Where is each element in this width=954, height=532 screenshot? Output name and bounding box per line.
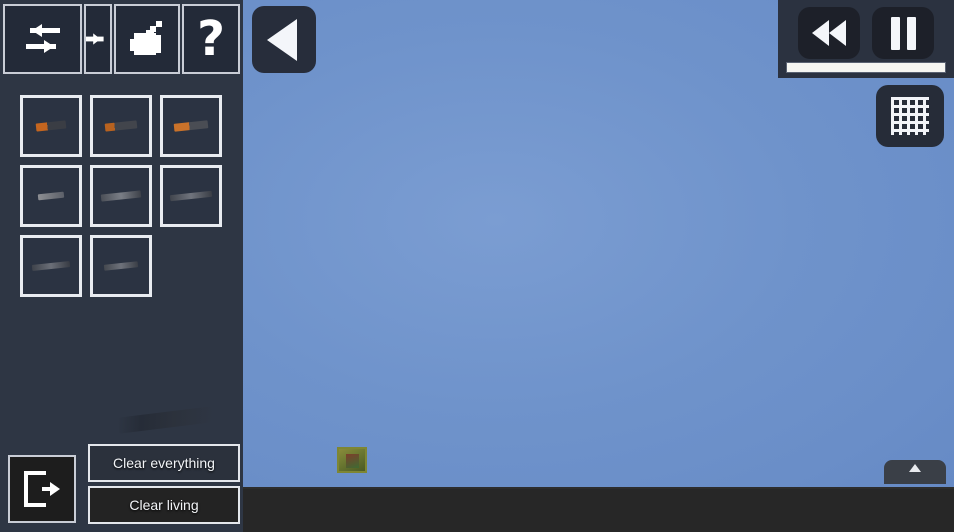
expand-tab-button[interactable] [884, 460, 946, 484]
grid-icon [891, 97, 929, 135]
bomb-icon [130, 21, 162, 55]
weapon-carbine-1-icon [31, 261, 71, 271]
pause-icon-bar-left [890, 16, 900, 50]
sidebar-weapon-silhouette [117, 406, 214, 434]
weapon-slot-2[interactable] [90, 95, 152, 157]
sidebar-toolbar: ? [0, 0, 243, 78]
weapon-rifle-1-icon [37, 191, 65, 201]
rewind-button[interactable] [798, 7, 860, 59]
scene-object-crate[interactable] [337, 447, 367, 473]
weapon-slot-8[interactable] [90, 235, 152, 297]
weapon-grid [20, 95, 230, 305]
game-screen: ? Clear everything Clear living [0, 0, 954, 532]
pause-icon-bar-right [906, 16, 916, 50]
weapon-slot-7[interactable] [20, 235, 82, 297]
next-arrow-button[interactable] [84, 4, 112, 74]
weapon-lmg-1-icon [103, 261, 139, 271]
bomb-button[interactable] [114, 4, 180, 74]
help-button[interactable]: ? [182, 4, 240, 74]
rewind-icon-2 [829, 20, 846, 46]
playback-panel [778, 0, 954, 78]
weapon-slot-1[interactable] [20, 95, 82, 157]
weapon-smg-1-icon [104, 120, 138, 132]
triangle-left-icon [267, 18, 297, 61]
chevron-up-icon [909, 464, 921, 472]
clear-everything-button[interactable]: Clear everything [88, 444, 240, 482]
weapon-slot-6[interactable] [160, 165, 222, 227]
swap-button[interactable] [3, 4, 82, 74]
weapon-slot-4[interactable] [20, 165, 82, 227]
weapon-pistol-1-icon [35, 120, 67, 132]
swap-icon [25, 24, 60, 53]
rewind-icon [812, 20, 829, 46]
exit-button[interactable] [8, 455, 76, 523]
sidebar: ? Clear everything Clear living [0, 0, 243, 532]
help-icon: ? [197, 11, 225, 67]
clear-buttons: Clear everything Clear living [88, 444, 240, 524]
grid-toggle-button[interactable] [876, 85, 944, 147]
clear-living-button[interactable]: Clear living [88, 486, 240, 524]
exit-icon [24, 471, 60, 507]
weapon-rifle-2-icon [100, 190, 142, 202]
weapon-sniper-1-icon [169, 190, 213, 202]
weapon-slot-3[interactable] [160, 95, 222, 157]
weapon-shotgun-1-icon [173, 120, 209, 132]
back-button[interactable] [252, 6, 316, 73]
arrow-right-icon [86, 33, 104, 45]
weapon-slot-5[interactable] [90, 165, 152, 227]
pause-button[interactable] [872, 7, 934, 59]
speed-slider[interactable] [786, 62, 946, 73]
